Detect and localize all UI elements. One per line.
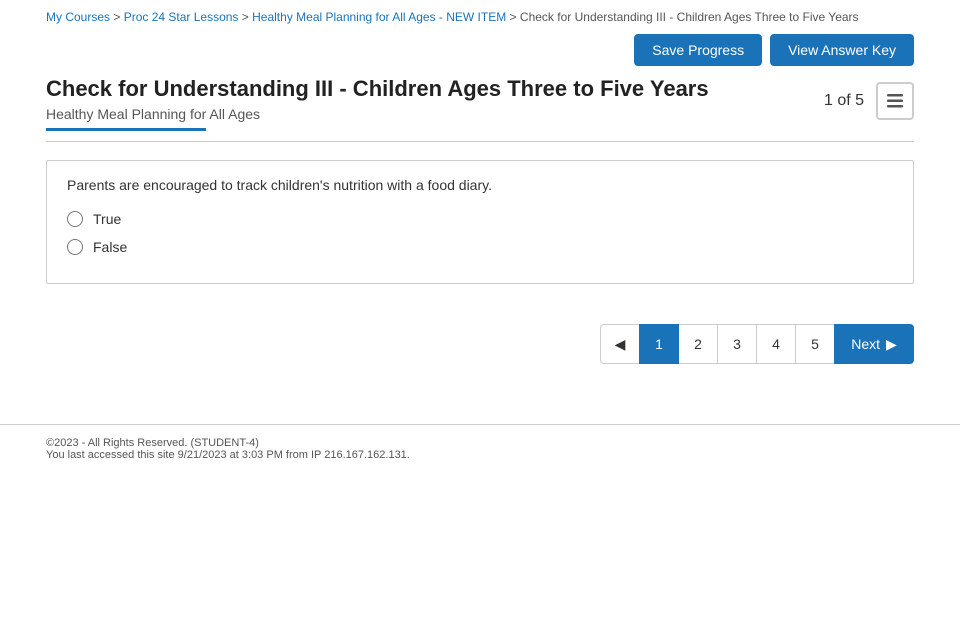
quiz-title-area: Check for Understanding III - Children A…: [46, 76, 709, 131]
main-content: Check for Understanding III - Children A…: [0, 76, 960, 364]
option-true-label: True: [93, 211, 121, 227]
quiz-subtitle: Healthy Meal Planning for All Ages: [46, 106, 709, 122]
radio-true[interactable]: [67, 211, 83, 227]
next-label: Next: [851, 336, 880, 352]
list-view-button[interactable]: [876, 82, 914, 120]
page-button-4[interactable]: 4: [756, 324, 796, 364]
page-button-1[interactable]: 1: [639, 324, 679, 364]
breadcrumb-my-courses[interactable]: My Courses: [46, 10, 110, 24]
footer-line1: ©2023 - All Rights Reserved. (STUDENT-4): [46, 437, 914, 449]
breadcrumb-proc24[interactable]: Proc 24 Star Lessons: [124, 10, 239, 24]
radio-false[interactable]: [67, 239, 83, 255]
next-arrow-icon: ▶: [886, 336, 897, 353]
quiz-title: Check for Understanding III - Children A…: [46, 76, 709, 102]
option-true[interactable]: True: [67, 211, 893, 227]
save-progress-button[interactable]: Save Progress: [634, 34, 762, 66]
quiz-counter: 1 of 5: [824, 92, 864, 110]
title-underline: [46, 128, 206, 131]
breadcrumb-sep-3: >: [510, 10, 520, 24]
prev-button[interactable]: ◀: [600, 324, 640, 364]
breadcrumb-current: Check for Understanding III - Children A…: [520, 10, 859, 24]
quiz-counter-area: 1 of 5: [824, 82, 914, 120]
option-false[interactable]: False: [67, 239, 893, 255]
footer: ©2023 - All Rights Reserved. (STUDENT-4)…: [0, 424, 960, 473]
list-icon: [885, 91, 905, 111]
quiz-header: Check for Understanding III - Children A…: [46, 76, 914, 131]
question-text: Parents are encouraged to track children…: [67, 177, 893, 193]
pagination: ◀ 1 2 3 4 5 Next ▶: [46, 324, 914, 364]
page-button-5[interactable]: 5: [795, 324, 835, 364]
view-answer-key-button[interactable]: View Answer Key: [770, 34, 914, 66]
footer-line2: You last accessed this site 9/21/2023 at…: [46, 449, 914, 461]
page-button-2[interactable]: 2: [678, 324, 718, 364]
breadcrumb-sep-1: >: [113, 10, 123, 24]
question-box: Parents are encouraged to track children…: [46, 160, 914, 284]
header-divider: [46, 141, 914, 142]
toolbar: Save Progress View Answer Key: [0, 30, 960, 76]
breadcrumb-healthy-meal[interactable]: Healthy Meal Planning for All Ages - NEW…: [252, 10, 506, 24]
next-button[interactable]: Next ▶: [834, 324, 914, 364]
option-false-label: False: [93, 239, 127, 255]
page-button-3[interactable]: 3: [717, 324, 757, 364]
breadcrumb: My Courses > Proc 24 Star Lessons > Heal…: [0, 0, 960, 30]
breadcrumb-sep-2: >: [242, 10, 252, 24]
